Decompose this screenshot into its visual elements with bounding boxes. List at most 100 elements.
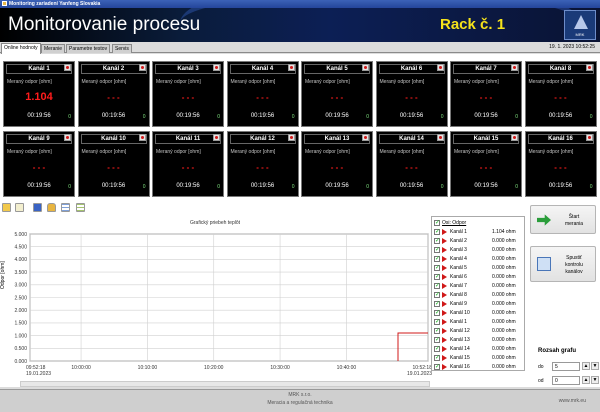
channel-tile: Kanál 6 Meraný odpor [ohm] - - - 00:19:56 0 — [375, 61, 448, 127]
flag-icon — [442, 265, 447, 271]
folder-icon[interactable] — [2, 203, 11, 212]
tab-meranie[interactable]: Meranie — [41, 44, 66, 53]
tab-online[interactable]: Online hodnoty — [1, 43, 41, 54]
checkbox-icon[interactable]: ✓ — [434, 346, 440, 352]
channel-value: - - - — [181, 93, 195, 102]
flag-icon — [442, 301, 447, 307]
channel-label: Meraný odpor [ohm] — [81, 79, 127, 85]
channel-tile: Kanál 14 Meraný odpor [ohm] - - - 00:19:56 0 — [375, 131, 448, 197]
start-measurement-button[interactable]: Štart merania — [530, 205, 596, 234]
window-title: Monitoring zariadení Yanfeng Slovakia — [9, 1, 101, 7]
flag-icon — [442, 364, 447, 370]
checkbox-icon[interactable]: ✓ — [434, 364, 440, 370]
channel-label: Meraný odpor [ohm] — [230, 149, 276, 155]
legend-value: 0.000 ohm — [492, 247, 516, 253]
checkbox-icon[interactable]: ✓ — [434, 355, 440, 361]
checkbox-icon[interactable]: ✓ — [434, 292, 440, 298]
channel-count: 0 — [589, 114, 593, 120]
close-icon[interactable] — [362, 134, 369, 141]
close-icon[interactable] — [585, 64, 593, 71]
tab-servis[interactable]: Servis — [112, 44, 132, 53]
channel-time: 00:19:56 — [250, 183, 275, 189]
channel-value: - - - — [405, 93, 418, 102]
checkbox-icon[interactable]: ✓ — [434, 238, 440, 244]
channel-name: Kanál 12 — [229, 134, 296, 144]
checkbox-icon[interactable]: ✓ — [434, 310, 440, 316]
lock-icon[interactable] — [47, 203, 56, 212]
logo-text: MRK — [575, 32, 585, 37]
legend-value: 0.000 ohm — [492, 328, 516, 334]
x-tick-label: 10:00:00 — [71, 365, 91, 371]
checkbox-icon[interactable]: ✓ — [434, 283, 440, 289]
checkbox-icon[interactable]: ✓ — [434, 328, 440, 334]
channel-name: Kanál 13 — [304, 134, 370, 144]
close-icon[interactable] — [213, 64, 220, 71]
range-max-down-icon[interactable]: ▼ — [591, 362, 599, 370]
legend-row: ✓ Kanál 16 0.000 ohm — [432, 363, 526, 371]
channel-label: Meraný odpor [ohm] — [528, 149, 574, 155]
channel-count: 0 — [291, 184, 295, 190]
close-icon[interactable] — [138, 134, 146, 141]
checkbox-icon[interactable]: ✓ — [434, 247, 440, 253]
channel-label: Meraný odpor [ohm] — [454, 79, 499, 85]
close-icon[interactable] — [64, 134, 71, 141]
flag-icon — [442, 292, 447, 298]
close-icon[interactable] — [64, 64, 71, 71]
legend-row: ✓ Kanál 15 0.000 ohm — [432, 354, 526, 362]
flag-icon — [442, 319, 447, 325]
close-icon[interactable] — [511, 64, 518, 71]
channel-time: 00:19:56 — [176, 113, 200, 119]
range-min-input[interactable]: 0 — [552, 376, 580, 385]
range-min-up-icon[interactable]: ▲ — [582, 376, 590, 384]
legend-row: ✓ Kanál 9 0.000 ohm — [432, 300, 526, 308]
close-icon[interactable] — [511, 134, 518, 141]
start-label-1: Štart — [568, 214, 580, 220]
range-max-up-icon[interactable]: ▲ — [582, 362, 590, 370]
close-icon[interactable] — [287, 64, 295, 71]
tab-parametre[interactable]: Parametre testov — [66, 44, 111, 53]
channel-label: Meraný odpor [ohm] — [156, 149, 201, 155]
channel-tile: Kanál 5 Meraný odpor [ohm] - - - 00:19:56 0 — [301, 61, 373, 127]
checkbox-icon[interactable]: ✓ — [434, 274, 440, 280]
close-icon[interactable] — [213, 134, 220, 141]
channel-tile: Kanál 9 Meraný odpor [ohm] - - - 00:19:56 0 — [3, 131, 75, 197]
checkbox-icon[interactable]: ✓ — [434, 229, 440, 235]
close-icon[interactable] — [287, 134, 295, 141]
channel-label: Meraný odpor [ohm] — [305, 79, 350, 85]
list-icon[interactable] — [76, 203, 85, 212]
page-title: Monitorovanie procesu — [8, 14, 201, 35]
checkbox-icon[interactable]: ✓ — [434, 256, 440, 262]
close-icon[interactable] — [436, 64, 444, 71]
channel-label: Meraný odpor [ohm] — [305, 149, 350, 155]
grid-icon[interactable] — [61, 203, 70, 212]
channel-tile: Kanál 4 Meraný odpor [ohm] - - - 00:19:56 0 — [226, 61, 299, 127]
close-icon[interactable] — [436, 134, 444, 141]
range-max-input[interactable]: 5 — [552, 362, 580, 371]
close-icon[interactable] — [362, 64, 369, 71]
checkbox-icon[interactable]: ✓ — [434, 301, 440, 307]
x-tick-label: 10:30:00 — [270, 365, 290, 371]
x-tick-label: 10:20:00 — [204, 365, 224, 371]
channel-value: - - - — [479, 93, 493, 102]
footer-url[interactable]: www.mrk.eu — [559, 398, 586, 404]
legend-value: 0.000 ohm — [492, 265, 516, 271]
channel-name: Kanál 5 — [304, 64, 370, 74]
channel-label: Meraný odpor [ohm] — [454, 149, 499, 155]
save-icon[interactable] — [33, 203, 42, 212]
channel-count: 0 — [68, 114, 71, 120]
resistance-chart[interactable]: 5.000 4.500 4.000 3.500 3.000 2.500 2.000 1.500… — [0, 220, 432, 380]
legend-row: ✓ Kanál 10 0.000 ohm — [432, 309, 526, 317]
checkbox-icon[interactable]: ✓ — [434, 265, 440, 271]
checkbox-icon[interactable]: ✓ — [434, 337, 440, 343]
chart-scrollbar[interactable] — [20, 381, 430, 387]
range-min-down-icon[interactable]: ▼ — [591, 376, 599, 384]
channel-count: 0 — [217, 184, 220, 190]
close-icon[interactable] — [585, 134, 593, 141]
channel-name: Kanál 8 — [527, 64, 594, 74]
checkbox-icon[interactable]: ✓ — [434, 220, 440, 226]
checkbox-icon[interactable]: ✓ — [434, 319, 440, 325]
check-channels-button[interactable]: Spustiť kontrolu kanálov — [530, 246, 596, 282]
notes-icon[interactable] — [15, 203, 24, 212]
legend-row: ✓ Kanál 7 0.000 ohm — [432, 282, 526, 290]
close-icon[interactable] — [138, 64, 146, 71]
